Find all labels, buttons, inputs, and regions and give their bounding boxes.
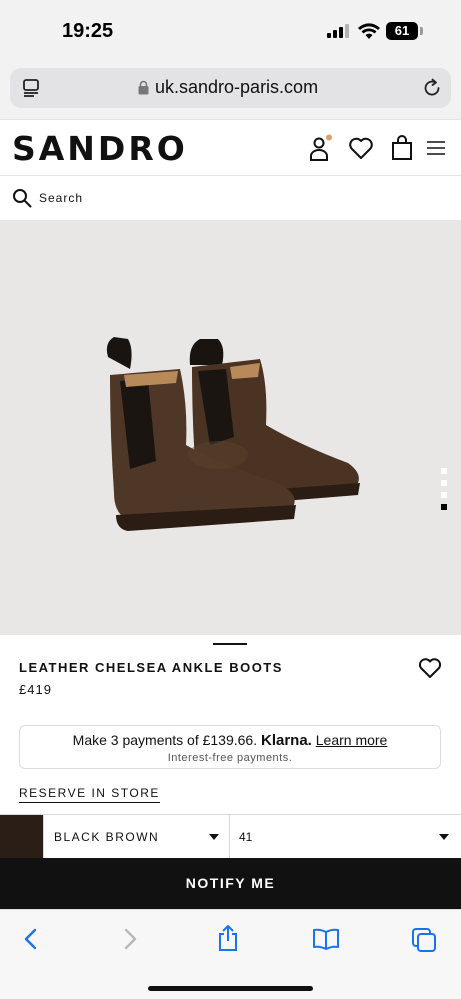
search-bar[interactable]: Search	[0, 176, 461, 220]
add-to-wishlist-heart-icon[interactable]	[418, 657, 442, 679]
forward-icon[interactable]	[121, 927, 139, 951]
back-icon[interactable]	[22, 927, 40, 951]
product-price: £419	[19, 682, 52, 697]
chevron-down-icon	[209, 834, 219, 840]
bookmarks-icon[interactable]	[312, 927, 340, 951]
color-select-value: BLACK BROWN	[54, 830, 160, 844]
gallery-dot[interactable]	[441, 492, 447, 498]
browser-address-area: uk.sandro-paris.com	[0, 62, 461, 119]
sandro-logo[interactable]: SANDRO	[12, 129, 188, 168]
klarna-learn-more-link[interactable]: Learn more	[316, 732, 388, 748]
battery-cap	[420, 27, 423, 35]
signal-icon	[327, 24, 351, 38]
gallery-dot[interactable]	[441, 468, 447, 474]
status-time: 19:25	[62, 20, 114, 42]
klarna-text: Make 3 payments of £139.66.	[72, 732, 258, 748]
address-bar[interactable]: uk.sandro-paris.com	[10, 68, 451, 108]
klarna-logo: Klarna.	[261, 732, 312, 749]
lock-icon	[138, 80, 149, 95]
size-select[interactable]: 41	[230, 815, 461, 858]
klarna-banner: Make 3 payments of £139.66. Klarna. Lear…	[19, 725, 441, 769]
product-name: LEATHER CHELSEA ANKLE BOOTS	[19, 660, 283, 675]
search-label[interactable]: Search	[39, 191, 83, 205]
size-select-value: 41	[239, 830, 253, 844]
chevron-down-icon	[439, 834, 449, 840]
chelsea-boots-image	[106, 337, 360, 531]
shopping-bag-icon[interactable]	[391, 135, 413, 161]
color-swatch[interactable]	[0, 815, 43, 858]
reserve-in-store-link[interactable]: RESERVE IN STORE	[19, 786, 160, 803]
search-icon	[13, 189, 32, 208]
home-indicator	[148, 986, 313, 991]
gallery-handle[interactable]	[213, 643, 247, 645]
battery-indicator: 61	[386, 22, 418, 40]
klarna-line: Make 3 payments of £139.66. Klarna. Lear…	[20, 732, 440, 749]
reload-icon[interactable]	[421, 77, 443, 99]
browser-toolbar	[0, 909, 461, 999]
gallery-pagination	[441, 468, 447, 516]
color-select[interactable]: BLACK BROWN	[43, 815, 230, 858]
share-icon[interactable]	[216, 924, 240, 952]
menu-icon[interactable]	[426, 140, 446, 156]
status-bar: 19:25 61	[0, 0, 461, 62]
gallery-dot-active[interactable]	[441, 504, 447, 510]
site-header: SANDRO	[0, 119, 461, 176]
reader-icon[interactable]	[22, 78, 42, 98]
wishlist-icon[interactable]	[348, 136, 374, 160]
variant-selectors: BLACK BROWN 41	[0, 814, 461, 858]
tabs-icon[interactable]	[411, 927, 437, 953]
wifi-icon	[358, 23, 380, 39]
account-icon[interactable]	[309, 134, 335, 162]
gallery-dot[interactable]	[441, 480, 447, 486]
klarna-subtext: Interest-free payments.	[167, 752, 293, 764]
notify-me-button[interactable]: NOTIFY ME	[0, 858, 461, 909]
url-text[interactable]: uk.sandro-paris.com	[155, 77, 318, 98]
product-image-gallery[interactable]	[0, 220, 461, 635]
